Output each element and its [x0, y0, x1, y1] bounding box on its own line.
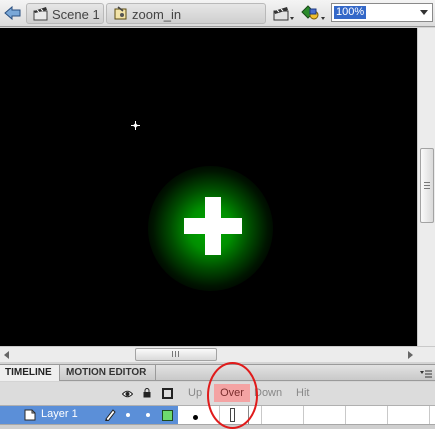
vertical-scrollbar[interactable]: [417, 28, 435, 346]
eye-icon[interactable]: [121, 389, 134, 398]
frame-label-hit[interactable]: Hit: [296, 387, 309, 399]
crosshair-icon: [131, 121, 140, 130]
zoom-select[interactable]: 100%: [331, 3, 433, 22]
pencil-icon: [104, 408, 116, 422]
symbol-label: zoom_in: [132, 7, 182, 22]
visibility-dot[interactable]: [126, 413, 130, 417]
button-symbol-icon: [113, 6, 128, 21]
frame-label-down[interactable]: Down: [254, 387, 282, 399]
outline-icon[interactable]: [162, 388, 173, 399]
layer-icon: [24, 409, 36, 421]
edit-bar: Scene 1 zoom_in 100%: [0, 0, 435, 27]
stage-canvas[interactable]: [0, 28, 417, 346]
back-arrow-icon[interactable]: [3, 4, 23, 22]
grip-icon: [424, 182, 430, 189]
timeline-footer: [0, 424, 435, 429]
lock-icon[interactable]: [143, 388, 151, 398]
breadcrumb-scene[interactable]: Scene 1: [26, 3, 104, 24]
grip-icon: [172, 351, 179, 357]
outline-color-swatch[interactable]: [162, 410, 173, 421]
chevron-down-icon[interactable]: [420, 10, 428, 15]
scroll-left-icon[interactable]: [4, 351, 9, 359]
zoom-value: 100%: [334, 6, 367, 19]
breadcrumb-symbol[interactable]: zoom_in: [106, 3, 266, 24]
panel-menu-icon[interactable]: [420, 369, 432, 378]
clapperboard-icon: [33, 6, 48, 21]
tab-motion-editor[interactable]: MOTION EDITOR: [61, 365, 156, 381]
vertical-scroll-thumb[interactable]: [420, 148, 434, 223]
keyframe-dot[interactable]: [193, 415, 198, 420]
plus-icon[interactable]: [184, 197, 242, 255]
horizontal-scroll-thumb[interactable]: [135, 348, 217, 361]
horizontal-scrollbar[interactable]: [0, 346, 435, 362]
edit-symbols-icon[interactable]: [301, 3, 327, 24]
frame-label-up[interactable]: Up: [188, 387, 202, 399]
lock-dot[interactable]: [146, 413, 150, 417]
annotation-circle: [207, 362, 258, 429]
layer-name: Layer 1: [41, 408, 78, 420]
scroll-right-icon[interactable]: [408, 351, 413, 359]
tab-timeline[interactable]: TIMELINE: [0, 365, 60, 381]
layer-name-cell[interactable]: Layer 1: [0, 406, 178, 424]
edit-scene-icon[interactable]: [272, 3, 296, 24]
scene-label: Scene 1: [52, 7, 100, 22]
